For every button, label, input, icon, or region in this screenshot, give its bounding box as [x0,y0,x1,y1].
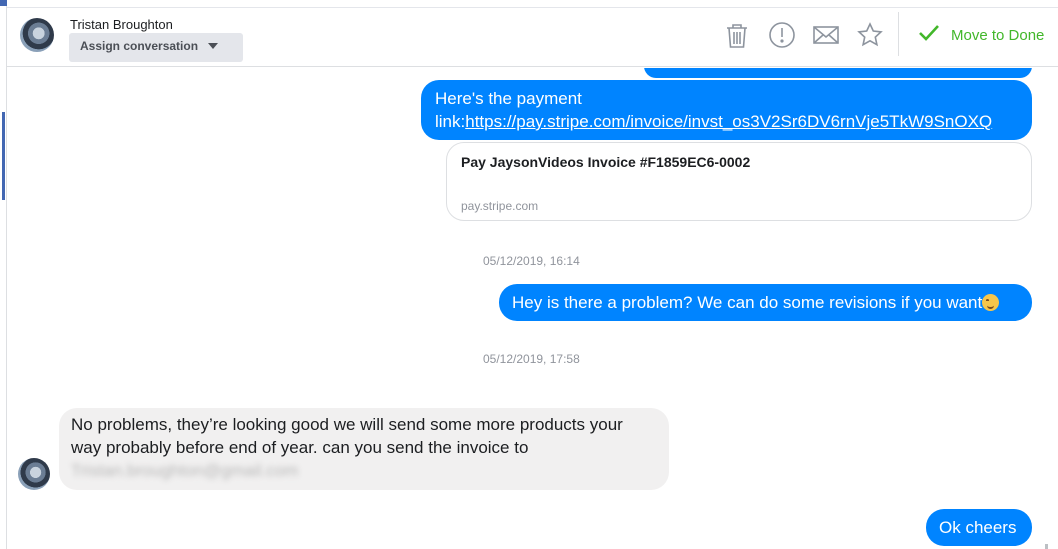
checkmark-icon [917,21,941,50]
alert-icon[interactable] [767,20,797,50]
contact-avatar-small[interactable] [18,458,50,490]
contact-name[interactable]: Tristan Broughton [70,17,173,32]
star-icon[interactable] [855,20,885,50]
conversation-header: Tristan Broughton Assign conversation Mo… [7,0,1058,67]
link-preview-title: Pay JaysonVideos Invoice #F1859EC6-0002 [461,154,751,170]
message-timestamp: 05/12/2019, 16:14 [483,254,580,268]
incoming-message-reply: No problems, they’re looking good we wil… [59,408,669,490]
assign-conversation-label: Assign conversation [80,39,199,53]
outgoing-message-cheers: Ok cheers [926,509,1032,546]
caret-down-icon [208,43,219,49]
scroll-indicator [2,112,5,200]
contact-avatar[interactable] [20,18,54,52]
trash-icon[interactable] [722,20,752,50]
assign-conversation-button[interactable]: Assign conversation [69,33,243,62]
link-preview-card[interactable]: Pay JaysonVideos Invoice #F1859EC6-0002 … [446,142,1032,221]
redacted-email: Tristan.broughton@gmail.com [71,461,299,480]
previous-outgoing-message [644,68,1032,78]
inbox-conversation-view: Tristan Broughton Assign conversation Mo… [0,0,1058,549]
message-thread[interactable]: Here's the payment link:https://pay.stri… [8,68,1048,549]
header-divider-line [7,7,1058,8]
smiling-face-emoji-icon [982,294,1000,311]
outgoing-message-payment: Here's the payment link:https://pay.stri… [421,80,1032,140]
message-timestamp: 05/12/2019, 17:58 [483,352,580,366]
envelope-icon[interactable] [811,20,841,50]
problem-message-text: Hey is there a problem? We can do some r… [512,293,983,312]
reply-message-text: No problems, they’re looking good we wil… [71,415,623,457]
chat-scrollbar[interactable] [1045,544,1048,549]
move-to-done-label: Move to Done [951,26,1045,44]
move-to-done-button[interactable]: Move to Done [917,22,1044,48]
link-preview-domain: pay.stripe.com [461,199,539,213]
left-rail [0,0,38,549]
outgoing-message-problem: Hey is there a problem? We can do some r… [499,284,1032,321]
header-divider [898,12,899,56]
cheers-message-text: Ok cheers [939,518,1017,537]
payment-link[interactable]: https://pay.stripe.com/invoice/invst_os3… [465,112,992,131]
